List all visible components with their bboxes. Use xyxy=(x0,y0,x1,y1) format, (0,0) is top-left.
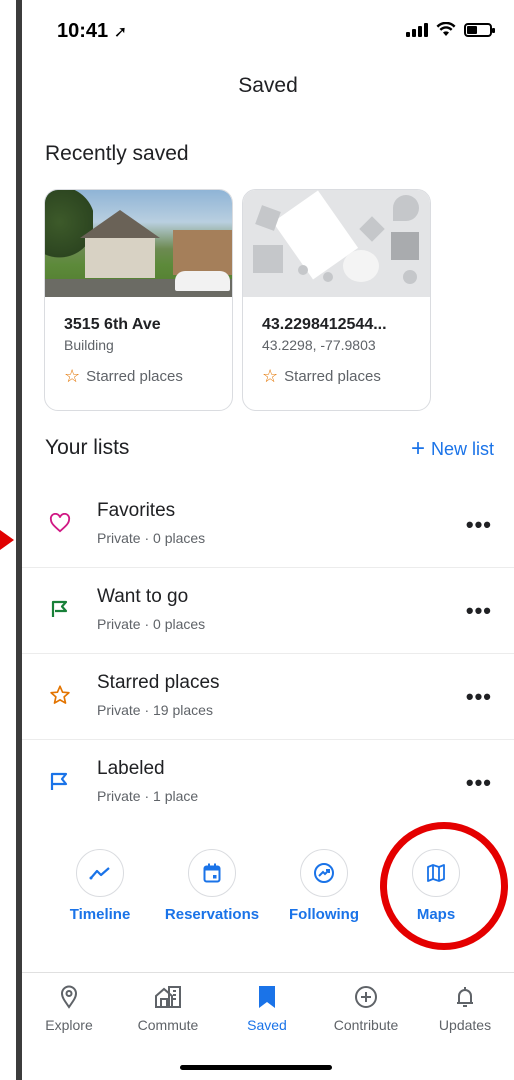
bookmark-icon xyxy=(222,983,312,1011)
status-time: 10:41 ➚ xyxy=(57,20,127,43)
list-name: Starred places xyxy=(97,672,220,693)
your-lists-heading: Your lists xyxy=(45,436,130,459)
page-title: Saved xyxy=(238,74,298,97)
nav-label: Contribute xyxy=(333,1017,399,1033)
placeholder-illustration xyxy=(243,190,430,297)
shortcut-label: Maps xyxy=(416,906,456,923)
following-icon xyxy=(300,849,348,897)
heart-icon xyxy=(48,511,72,535)
nav-saved[interactable]: Saved xyxy=(222,983,312,1033)
new-list-button[interactable]: + New list xyxy=(411,437,494,461)
calendar-icon xyxy=(188,849,236,897)
commute-icon xyxy=(123,983,213,1011)
more-options-button[interactable]: ••• xyxy=(466,512,492,538)
status-bar: 10:41 ➚ xyxy=(22,0,514,60)
more-options-button[interactable]: ••• xyxy=(466,598,492,624)
map-icon xyxy=(412,849,460,897)
location-arrow-icon: ➚ xyxy=(113,24,128,41)
list-name: Favorites xyxy=(97,500,176,521)
list-meta: Private · 1 place xyxy=(97,788,199,804)
list-meta: Private · 19 places xyxy=(97,702,213,718)
shortcut-label: Following xyxy=(289,906,359,923)
nav-label: Updates xyxy=(438,1017,492,1033)
card-title: 3515 6th Ave xyxy=(64,316,161,333)
list-item-labeled[interactable]: Labeled Private · 1 place ••• xyxy=(22,740,514,826)
more-options-button[interactable]: ••• xyxy=(466,684,492,710)
recently-saved-heading: Recently saved xyxy=(45,142,189,165)
card-subtitle: Building xyxy=(64,337,114,353)
nav-explore[interactable]: Explore xyxy=(24,983,114,1033)
list-name: Labeled xyxy=(97,758,165,779)
home-indicator xyxy=(180,1065,332,1070)
more-options-button[interactable]: ••• xyxy=(466,770,492,796)
nav-label: Commute xyxy=(137,1017,199,1033)
pin-icon xyxy=(24,983,114,1011)
maps-button[interactable]: Maps xyxy=(381,849,491,923)
bottom-nav: Explore Commute Saved Contribute Updates xyxy=(22,972,514,1080)
following-button[interactable]: Following xyxy=(269,849,379,923)
star-icon: ☆ xyxy=(64,366,81,386)
shortcut-label: Timeline xyxy=(69,906,131,923)
list-item-starred-places[interactable]: Starred places Private · 19 places ••• xyxy=(22,654,514,740)
card-title: 43.2298412544... xyxy=(262,316,387,333)
card-list-tag: ☆ Starred places xyxy=(262,367,411,385)
list-name: Want to go xyxy=(97,586,189,607)
reservations-button[interactable]: Reservations xyxy=(157,849,267,923)
card-list-name: Starred places xyxy=(86,367,183,385)
nav-label: Explore xyxy=(45,1017,93,1033)
status-icons xyxy=(406,22,495,37)
card-list-name: Starred places xyxy=(284,367,381,385)
annotation-arrow xyxy=(0,530,14,550)
nav-commute[interactable]: Commute xyxy=(123,983,213,1033)
star-icon: ☆ xyxy=(262,366,279,386)
list-meta: Private · 0 places xyxy=(97,616,206,632)
add-circle-icon xyxy=(321,983,411,1011)
timeline-icon xyxy=(76,849,124,897)
recent-card[interactable]: 3515 6th Ave Building ☆ Starred places xyxy=(44,189,233,411)
nav-label: Saved xyxy=(247,1017,287,1033)
shortcut-label: Reservations xyxy=(164,906,260,923)
star-icon xyxy=(48,683,72,707)
card-list-tag: ☆ Starred places xyxy=(64,367,213,385)
label-flag-icon xyxy=(48,769,72,793)
timeline-button[interactable]: Timeline xyxy=(45,849,155,923)
recent-card[interactable]: 43.2298412544... 43.2298, -77.9803 ☆ Sta… xyxy=(242,189,431,411)
list-meta: Private · 0 places xyxy=(97,530,206,546)
new-list-label: New list xyxy=(430,438,494,459)
list-item-favorites[interactable]: Favorites Private · 0 places ••• xyxy=(22,482,514,568)
clock-text: 10:41 xyxy=(57,20,109,42)
plus-icon: + xyxy=(410,435,425,462)
list-item-want-to-go[interactable]: Want to go Private · 0 places ••• xyxy=(22,568,514,654)
nav-contribute[interactable]: Contribute xyxy=(321,983,411,1033)
signal-icon xyxy=(406,22,428,37)
battery-icon xyxy=(464,22,495,37)
card-subtitle: 43.2298, -77.9803 xyxy=(262,337,376,353)
wifi-icon xyxy=(436,22,456,36)
place-photo xyxy=(45,190,232,297)
flag-icon xyxy=(48,597,72,621)
bell-icon xyxy=(420,983,510,1011)
nav-updates[interactable]: Updates xyxy=(420,983,510,1033)
